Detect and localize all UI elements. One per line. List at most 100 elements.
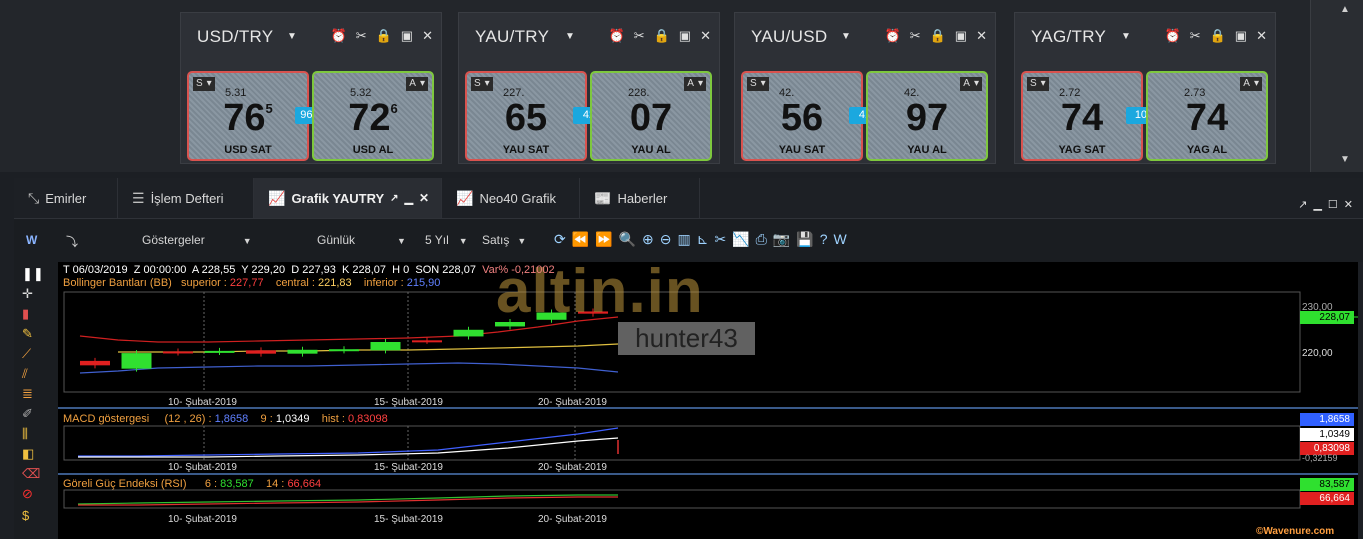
search-icon[interactable]: 🔍 [619, 231, 636, 248]
candle[interactable] [121, 353, 152, 369]
candle[interactable] [163, 351, 193, 354]
fibonacci-icon[interactable]: ≣ [22, 386, 33, 402]
panel-title[interactable]: YAU/USD [751, 27, 827, 47]
panel-title[interactable]: USD/TRY [197, 27, 273, 47]
scroll-down-icon[interactable]: ▼ [1340, 154, 1350, 165]
tab-emirler[interactable]: ⤡ Emirler [14, 178, 118, 218]
wave-icon[interactable]: W [834, 231, 847, 248]
alarm-icon[interactable]: ⏰ [1165, 28, 1181, 44]
minimize-icon[interactable]: ▁ [405, 192, 413, 205]
help-icon[interactable]: ? [820, 231, 828, 248]
tools-icon[interactable]: ✂ [910, 28, 921, 44]
tools-icon[interactable]: ✂ [634, 28, 645, 44]
axis-icon[interactable]: ⊾ [697, 231, 709, 248]
note-icon[interactable]: ✎ [22, 326, 33, 342]
zoom-in-icon[interactable]: ⊕ [642, 231, 654, 248]
buy-quote-box[interactable]: A ▾ 2.73 74 YAG AL [1146, 71, 1268, 161]
eraser-icon[interactable]: ⌫ [22, 466, 40, 482]
crosshair-icon[interactable]: ✛ [22, 286, 33, 302]
minimize-icon[interactable]: ▁ [1313, 198, 1321, 211]
pause-icon[interactable]: ❚❚ [22, 266, 44, 282]
maximize-icon[interactable]: ☐ [1328, 198, 1338, 211]
candle[interactable] [329, 349, 359, 352]
alarm-icon[interactable]: ⏰ [331, 28, 347, 44]
sell-tag[interactable]: S ▾ [747, 77, 769, 91]
tab-grafik-yautry[interactable]: 📈 Grafik YAUTRY ↗ ▁ ✕ [254, 178, 442, 218]
window-icon[interactable]: ▣ [1235, 28, 1247, 44]
alarm-icon[interactable]: ⏰ [885, 28, 901, 44]
candle[interactable] [370, 342, 401, 351]
refresh-icon[interactable]: ⟳ [554, 231, 566, 248]
chart-area[interactable]: altin.in hunter43 T 06/03/2019 Z 00:00:0… [58, 257, 1358, 539]
chevron-down-icon[interactable]: ▼ [841, 31, 851, 42]
close-icon[interactable]: ✕ [700, 28, 711, 44]
bars-icon[interactable]: ⫼ [22, 426, 28, 442]
delete-icon[interactable]: ⊘ [22, 486, 33, 502]
buy-quote-box[interactable]: A ▾ 5.32 726 USD AL [312, 71, 434, 161]
close-icon[interactable]: ✕ [422, 28, 433, 44]
tools-icon[interactable]: ✂ [714, 231, 726, 248]
tab-islem-defteri[interactable]: ☰ İşlem Defteri [118, 178, 254, 218]
trendline-icon[interactable]: ⟋ [22, 346, 31, 362]
buy-tag[interactable]: A ▾ [960, 77, 982, 91]
buy-tag[interactable]: A ▾ [1240, 77, 1262, 91]
sell-tag[interactable]: S ▾ [471, 77, 493, 91]
chart-canvas[interactable] [58, 262, 1358, 539]
scroll-up-icon[interactable]: ▲ [1340, 4, 1350, 15]
candle[interactable] [453, 329, 484, 337]
forward-icon[interactable]: ⏩ [595, 231, 612, 248]
candle[interactable] [412, 340, 442, 343]
channel-icon[interactable]: ⫽ [22, 366, 28, 382]
window-icon[interactable]: ▣ [955, 28, 967, 44]
lock-icon[interactable]: 🔒 [1210, 28, 1226, 44]
sell-quote-box[interactable]: S ▾ 5.31 765 USD SAT [187, 71, 309, 161]
bar-chart-icon[interactable]: ▥ [678, 231, 691, 248]
print-icon[interactable]: ⎙ [756, 231, 767, 248]
close-icon[interactable]: ✕ [1256, 28, 1267, 44]
sell-quote-box[interactable]: S ▾ 227. 65 YAU SAT [465, 71, 587, 161]
panel-title[interactable]: YAG/TRY [1031, 27, 1106, 47]
panel-title[interactable]: YAU/TRY [475, 27, 549, 47]
close-icon[interactable]: ✕ [1344, 198, 1353, 211]
trend-chart-icon[interactable]: 📉 [732, 231, 749, 248]
lock-icon[interactable]: 🔒 [930, 28, 946, 44]
pen-icon[interactable]: ✐ [22, 406, 33, 422]
candle[interactable] [204, 350, 235, 353]
popout-icon[interactable]: ↗ [1298, 198, 1307, 211]
buy-tag[interactable]: A ▾ [684, 77, 706, 91]
window-icon[interactable]: ▣ [401, 28, 413, 44]
lock-icon[interactable]: 🔒 [654, 28, 670, 44]
close-icon[interactable]: ✕ [419, 191, 429, 205]
chevron-down-icon[interactable]: ▼ [1121, 31, 1131, 42]
drawing-tool-icon[interactable]: ⤵ [66, 233, 78, 250]
range-dropdown[interactable]: 5 Yıl ▼ [425, 233, 468, 247]
lock-icon[interactable]: 🔒 [376, 28, 392, 44]
candle[interactable] [287, 349, 318, 354]
window-icon[interactable]: ▣ [679, 28, 691, 44]
tab-haberler[interactable]: 📰 Haberler [580, 178, 700, 218]
zoom-out-icon[interactable]: ⊖ [660, 231, 672, 248]
buy-quote-box[interactable]: A ▾ 228. 07 YAU AL [590, 71, 712, 161]
side-dropdown[interactable]: Satış ▼ [482, 233, 526, 247]
indicators-dropdown[interactable]: Göstergeler ▼ [142, 233, 252, 247]
marker-icon[interactable]: ▮ [22, 306, 29, 322]
chevron-down-icon[interactable]: ▼ [565, 31, 575, 42]
currency-icon[interactable]: $ [22, 508, 29, 523]
close-icon[interactable]: ✕ [976, 28, 987, 44]
sell-quote-box[interactable]: S ▾ 2.72 74 YAG SAT [1021, 71, 1143, 161]
period-dropdown[interactable]: Günlük ▼ [317, 233, 406, 247]
tools-icon[interactable]: ✂ [1190, 28, 1201, 44]
candle[interactable] [246, 350, 276, 354]
sell-quote-box[interactable]: S ▾ 42. 56 YAU SAT [741, 71, 863, 161]
tools-icon[interactable]: ✂ [356, 28, 367, 44]
sell-tag[interactable]: S ▾ [193, 77, 215, 91]
camera-icon[interactable]: 📷 [773, 231, 790, 248]
rewind-icon[interactable]: ⏪ [572, 231, 589, 248]
save-icon[interactable]: 💾 [796, 231, 813, 248]
wave-logo-icon[interactable]: W [26, 233, 37, 247]
bucket-icon[interactable]: ◧ [22, 446, 34, 462]
chevron-down-icon[interactable]: ▼ [287, 31, 297, 42]
buy-tag[interactable]: A ▾ [406, 77, 428, 91]
sell-tag[interactable]: S ▾ [1027, 77, 1049, 91]
buy-quote-box[interactable]: A ▾ 42. 97 YAU AL [866, 71, 988, 161]
